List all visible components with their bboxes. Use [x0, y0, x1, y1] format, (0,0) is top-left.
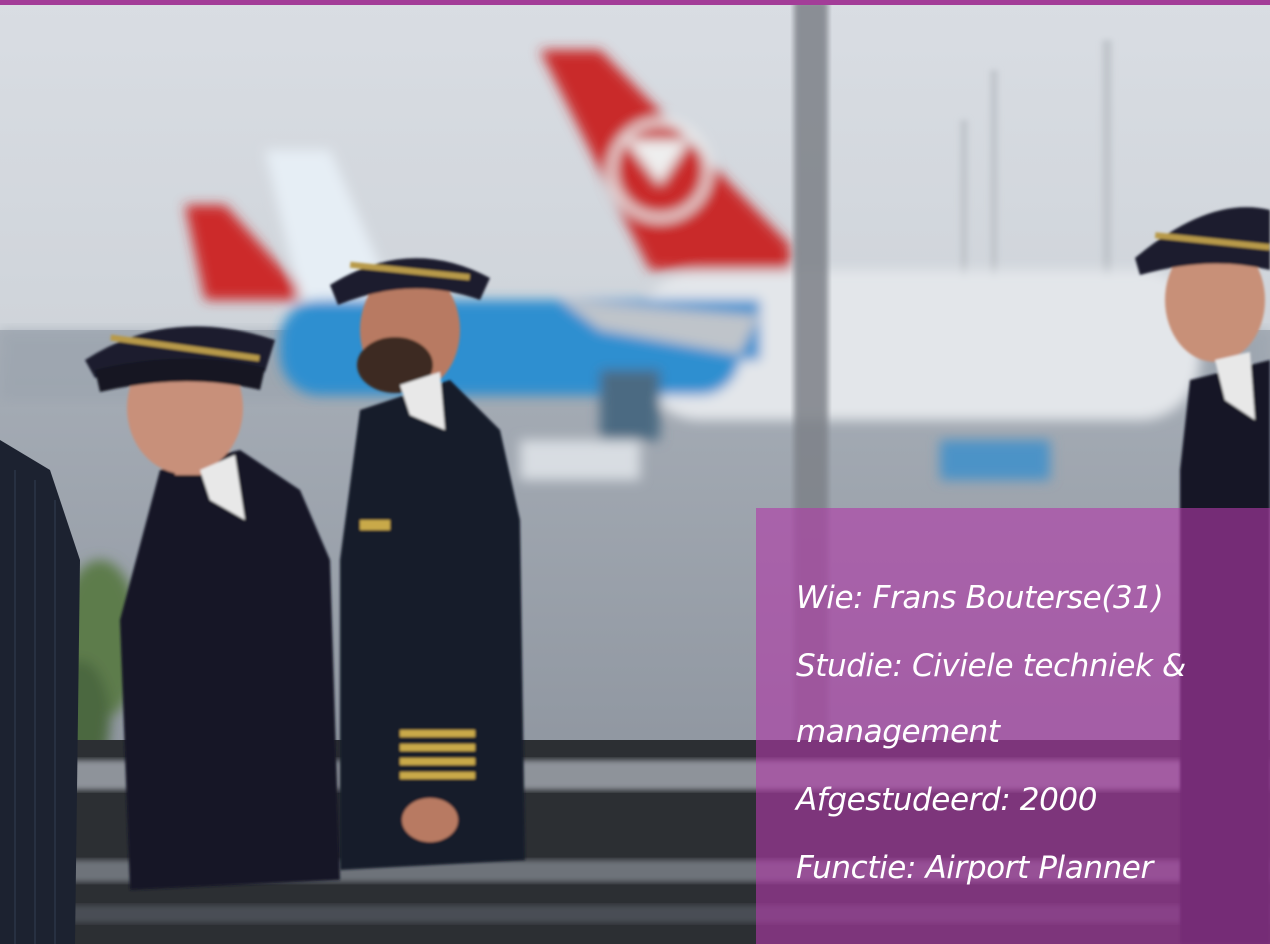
caption-study: Studie: Civiele techniek & [796, 648, 1186, 684]
profile-caption-box: Wie: Frans Bouterse(31) Studie: Civiele … [756, 508, 1270, 944]
brochure-page: Wie: Frans Bouterse(31) Studie: Civiele … [0, 0, 1270, 944]
caption-function: Functie: Airport Planner [796, 850, 1153, 886]
caption-graduated: Afgestudeerd: 2000 [796, 782, 1098, 818]
accent-top-bar [0, 0, 1270, 5]
caption-who: Wie: Frans Bouterse(31) [796, 580, 1164, 616]
caption-study-continued: management [796, 714, 1000, 750]
